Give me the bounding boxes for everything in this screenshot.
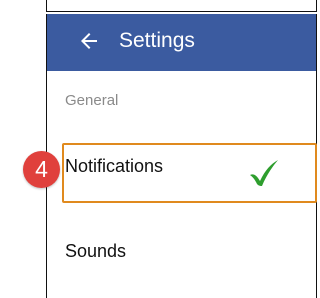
- app-bar: Settings: [47, 14, 316, 71]
- settings-item-sounds[interactable]: Sounds: [47, 228, 316, 274]
- settings-item-label: Sounds: [65, 241, 127, 261]
- settings-item-label: Notifications: [65, 156, 164, 176]
- page-title: Settings: [119, 29, 195, 52]
- tutorial-screenshot: Settings General Notifications Sounds 4: [0, 0, 318, 298]
- step-number-badge: 4: [23, 151, 60, 188]
- section-header-general: General: [65, 92, 119, 109]
- arrow-left-icon[interactable]: [77, 29, 101, 53]
- previous-screen-edge: [46, 0, 317, 12]
- checkmark-icon: [250, 160, 278, 186]
- settings-screen: Settings General Notifications Sounds: [46, 14, 317, 298]
